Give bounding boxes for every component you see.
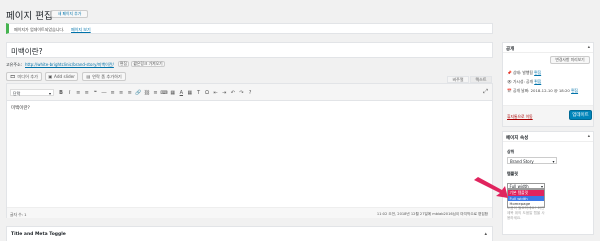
attributes-help-text: 도움이 필요하세요? 화면 제목 위의 도움말 탭을 사용하세요. [507,206,545,220]
post-title-input[interactable]: 미백이란? [6,42,493,58]
unlink-icon[interactable]: ⛓ [143,89,151,96]
special-char-icon[interactable]: Ω [203,89,211,96]
parent-label: 상위 [507,149,515,154]
toolbar-buttons: B I ≡ ≡ ❝ ― ≡ ≡ ≡ 🔗 ⛓ ≡ ⌨ ▦ A ▦ T Ω ⇤ ⇥ … [57,89,254,96]
paste-text-icon[interactable]: T [195,89,203,96]
format-select[interactable]: 단락 ▾ [10,89,54,96]
last-edited: 11:02 오전, 2018년 12월 27일에 mblab2016님이 마지막… [376,211,488,216]
parent-select[interactable]: Brand Story ▾ [507,157,557,164]
meta-box-title: Title and Meta Toggle [11,232,66,237]
eye-icon: 👁 [507,79,512,84]
help-icon[interactable]: ? [246,89,254,96]
published-row: 📅 공개 날짜: 2018-12-10 @ 18:20 편집 [507,88,578,94]
update-notice: 페이지가 업데이트되었습니다. 페이지 보기 [6,23,493,34]
indent-icon[interactable]: ⇥ [220,89,228,96]
permalink-label: 고유주소: [6,62,23,67]
permalink-row: 고유주소: http://white-brightclinic/brand-st… [6,60,306,68]
form-icon: ▤ [86,74,91,79]
preview-changes-button[interactable]: 변경사항 미리보기 [550,56,590,64]
title-meta-toggle-box[interactable]: Title and Meta Toggle ▴ [6,226,493,241]
view-page-link[interactable]: 페이지 보기 [71,27,91,33]
toggle-arrow-icon[interactable]: ▴ [484,231,487,237]
published-edit-link[interactable]: 편집 [571,88,578,93]
format-select-label: 단락 [13,90,21,96]
editor-toolbar: 단락 ▾ B I ≡ ≡ ❝ ― ≡ ≡ ≡ 🔗 ⛓ ≡ ⌨ ▦ A ▦ T Ω… [7,84,492,101]
published-text: 공개 날짜: 2018-12-10 @ 18:20 [512,88,570,93]
text-color-icon[interactable]: A [177,89,185,96]
chevron-down-icon: ▾ [552,158,555,164]
paste-icon[interactable]: ▦ [186,89,194,96]
visibility-row: 👁 가시성: 공개 편집 [507,79,541,85]
post-title-text: 미백이란? [11,47,43,56]
editor: 단락 ▾ B I ≡ ≡ ❝ ― ≡ ≡ ≡ 🔗 ⛓ ≡ ⌨ ▦ A ▦ T Ω… [6,83,493,218]
collapse-icon[interactable]: ▴ [588,134,590,139]
chevron-down-icon: ▾ [48,90,51,96]
toolbar-toggle-icon[interactable]: ⌨ [160,89,168,96]
visibility-text: 가시성: 공개 [513,79,533,84]
slider-icon: ▣ [48,74,53,79]
align-right-icon[interactable]: ≡ [126,89,134,96]
page-attributes-box: 페이지 속성 ▴ 상위 Brand Story ▾ 템플릿 Full width… [502,131,594,235]
page-attributes-title: 페이지 속성 [506,135,529,141]
horizontal-line-icon[interactable]: ― [100,89,108,96]
add-slider-button[interactable]: ▣ Add slider [45,72,78,81]
publish-box: 공개 ▴ 변경사항 미리보기 📌 상태: 발행됨 편집 👁 가시성: 공개 편집… [502,42,594,127]
status-pin-icon: 📌 [507,70,512,75]
short-link-button[interactable]: 짧은링크 가져오기 [131,61,165,67]
media-icon: 🎞 [10,73,16,79]
word-count: 글자 수: 1 [10,211,27,217]
blockquote-icon[interactable]: ❝ [91,89,99,96]
italic-icon[interactable]: I [66,89,74,96]
link-icon[interactable]: 🔗 [134,89,142,96]
status-edit-link[interactable]: 편집 [534,70,541,75]
bold-icon[interactable]: B [57,89,65,96]
align-left-icon[interactable]: ≡ [109,89,117,96]
undo-icon[interactable]: ↶ [229,89,237,96]
add-slider-label: Add slider [54,74,75,79]
add-form-label: 연락 폼 추가하기 [92,73,122,79]
move-to-trash-link[interactable]: 휴지통으로 이동 [507,114,533,120]
visibility-edit-link[interactable]: 편집 [534,79,541,84]
numbered-list-icon[interactable]: ≡ [83,89,91,96]
collapse-icon[interactable]: ▴ [588,45,590,50]
editor-content[interactable]: 미백이란? [11,105,30,111]
redo-icon[interactable]: ↷ [237,89,245,96]
align-center-icon[interactable]: ≡ [117,89,125,96]
tab-text[interactable]: 텍스트 [470,76,492,83]
add-new-page-button[interactable]: 새 페이지 추가 [51,10,88,18]
outdent-icon[interactable]: ⇤ [212,89,220,96]
permalink-url[interactable]: http://white-brightclinic/brand-story/미백… [25,62,114,68]
permalink-edit-button[interactable]: 편집 [118,61,129,67]
editor-status-bar: 글자 수: 1 11:02 오전, 2018년 12월 27일에 mblab20… [7,207,492,218]
fullscreen-icon[interactable]: ⤢ [483,88,488,96]
notice-text: 페이지가 업데이트되었습니다. [14,26,65,32]
read-more-icon[interactable]: ≡ [152,89,160,96]
status-row: 📌 상태: 발행됨 편집 [507,70,541,76]
tab-visual[interactable]: 비주얼 [447,76,469,83]
add-contact-form-button[interactable]: ▤ 연락 폼 추가하기 [82,72,126,81]
add-media-label: 미디어 추가 [17,73,38,79]
annotation-arrow [474,177,508,198]
template-dropdown-list: 기본 템플릿 Full width Homepage [507,189,545,208]
status-text: 상태: 발행됨 [512,70,533,75]
table-icon[interactable]: ▦ [169,89,177,96]
add-media-button[interactable]: 🎞 미디어 추가 [6,72,42,81]
bullet-list-icon[interactable]: ≡ [74,89,82,96]
parent-select-value: Brand Story [510,158,534,164]
page-title: 페이지 편집 [6,11,53,22]
update-button[interactable]: 업데이트 [569,110,592,120]
publish-title: 공개 [506,46,515,52]
calendar-icon: 📅 [507,88,512,93]
